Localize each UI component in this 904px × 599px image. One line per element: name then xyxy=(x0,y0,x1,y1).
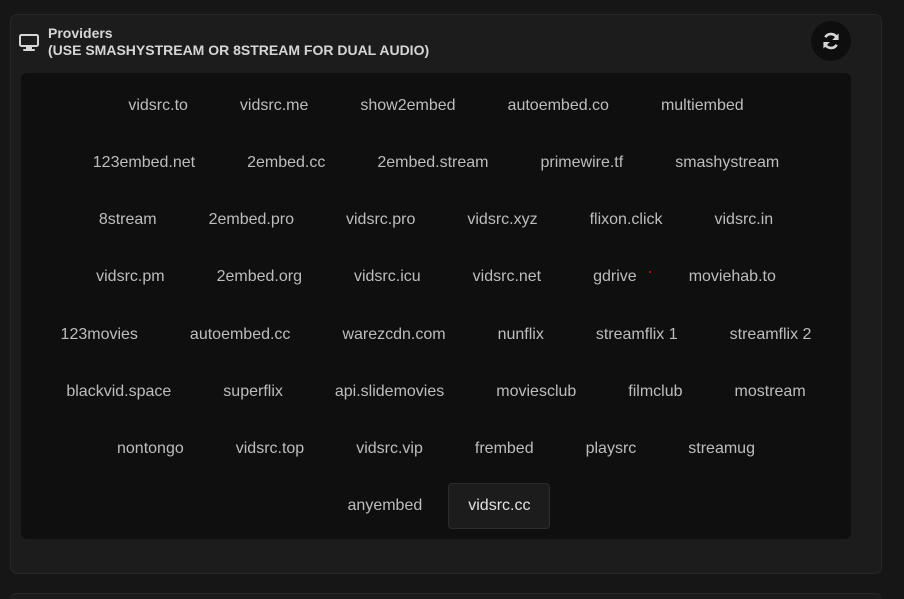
provider-button[interactable]: primewire.tf xyxy=(515,140,650,186)
provider-button[interactable]: vidsrc.pm xyxy=(70,254,190,300)
provider-button[interactable]: vidsrc.me xyxy=(214,83,334,129)
provider-button[interactable]: blackvid.space xyxy=(40,369,197,415)
panel-title: Providers xyxy=(48,25,113,41)
provider-button[interactable]: vidsrc.in xyxy=(689,197,800,243)
next-panel-edge xyxy=(10,593,882,599)
provider-button[interactable]: streamug xyxy=(662,426,781,472)
provider-button[interactable]: vidsrc.to xyxy=(102,83,214,129)
provider-button[interactable]: moviehab.to xyxy=(663,254,802,300)
provider-button[interactable]: vidsrc.xyz xyxy=(441,197,563,243)
provider-button[interactable]: multiembed xyxy=(635,83,770,129)
refresh-button[interactable] xyxy=(811,21,851,61)
provider-button[interactable]: 123movies xyxy=(35,312,164,358)
provider-row: anyembed vidsrc.cc xyxy=(21,483,851,529)
provider-button[interactable]: streamflix 2 xyxy=(704,312,838,358)
provider-button[interactable]: show2embed xyxy=(334,83,481,129)
provider-row: vidsrc.pm 2embed.org vidsrc.icu vidsrc.net g… xyxy=(21,254,851,300)
provider-button[interactable]: 2embed.stream xyxy=(351,140,514,186)
provider-button[interactable]: playsrc xyxy=(560,426,663,472)
provider-row: blackvid.space superflix api.slidemovies mo… xyxy=(21,369,851,415)
provider-row: 123embed.net 2embed.cc 2embed.stream primew… xyxy=(21,140,851,186)
provider-row: vidsrc.to vidsrc.me show2embed autoembed.co… xyxy=(21,83,851,129)
provider-button[interactable]: autoembed.co xyxy=(482,83,635,129)
provider-button[interactable]: streamflix 1 xyxy=(570,312,704,358)
provider-button[interactable]: superflix xyxy=(197,369,309,415)
provider-button[interactable]: 8stream xyxy=(73,197,183,243)
title-block: Providers (USE SMASHYSTREAM OR 8STREAM F… xyxy=(48,25,429,59)
panel-header: Providers (USE SMASHYSTREAM OR 8STREAM F… xyxy=(19,25,429,59)
provider-row: 123movies autoembed.cc warezcdn.com nunflix… xyxy=(21,312,851,358)
provider-button[interactable]: anyembed xyxy=(322,483,449,529)
provider-button[interactable]: autoembed.cc xyxy=(164,312,317,358)
provider-button[interactable]: vidsrc.net xyxy=(447,254,567,300)
provider-button[interactable]: vidsrc.pro xyxy=(320,197,441,243)
provider-button[interactable]: 2embed.org xyxy=(191,254,328,300)
panel-subtitle: (USE SMASHYSTREAM OR 8STREAM FOR DUAL AU… xyxy=(48,42,430,58)
provider-button[interactable]: filmclub xyxy=(602,369,708,415)
provider-row: nontongo vidsrc.top vidsrc.vip frembed plays… xyxy=(21,426,851,472)
refresh-icon xyxy=(823,32,839,50)
provider-button[interactable]: mostream xyxy=(709,369,832,415)
red-dot xyxy=(649,271,651,273)
provider-button[interactable]: api.slidemovies xyxy=(309,369,470,415)
provider-row: 8stream 2embed.pro vidsrc.pro vidsrc.xyz fli… xyxy=(21,197,851,243)
provider-button[interactable]: nontongo xyxy=(91,426,210,472)
provider-button[interactable]: flixon.click xyxy=(564,197,689,243)
provider-button[interactable]: vidsrc.icu xyxy=(328,254,447,300)
provider-button[interactable]: 123embed.net xyxy=(67,140,221,186)
provider-button[interactable]: moviesclub xyxy=(470,369,602,415)
provider-grid: vidsrc.to vidsrc.me show2embed autoembed.co… xyxy=(21,73,851,539)
provider-button[interactable]: smashystream xyxy=(649,140,805,186)
monitor-icon xyxy=(19,34,39,52)
provider-button[interactable]: gdrive xyxy=(567,254,663,300)
provider-button[interactable]: vidsrc.vip xyxy=(330,426,449,472)
provider-button[interactable]: 2embed.cc xyxy=(221,140,351,186)
provider-button[interactable]: nunflix xyxy=(472,312,570,358)
provider-button[interactable]: vidsrc.top xyxy=(210,426,330,472)
provider-button[interactable]: vidsrc.cc xyxy=(448,483,551,529)
provider-button[interactable]: 2embed.pro xyxy=(183,197,320,243)
provider-button[interactable]: frembed xyxy=(449,426,560,472)
provider-button[interactable]: warezcdn.com xyxy=(316,312,471,358)
